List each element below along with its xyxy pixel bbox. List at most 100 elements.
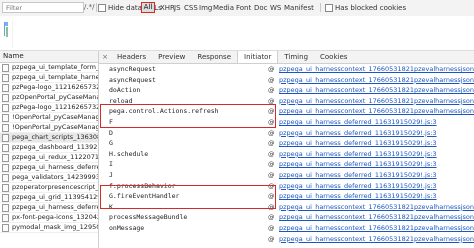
highlight-box <box>100 104 276 128</box>
type-filter-css[interactable]: CSS <box>184 3 198 13</box>
stack-frame-row: J @ pzpega_ui_harness_deferred_11631915029… <box>99 171 474 180</box>
file-icon <box>2 163 9 172</box>
type-filter-media[interactable]: Media <box>213 3 234 13</box>
stack-frame-row: D @ pzpega_ui_harness_deferred_11631915029… <box>99 129 474 138</box>
type-filter-all[interactable]: All <box>141 2 155 13</box>
request-row[interactable]: pzPega-logo_11216265732.png <box>0 103 98 113</box>
type-filter-doc[interactable]: Doc <box>254 3 268 13</box>
tab-cookies[interactable]: Cookies <box>314 51 353 63</box>
filter-input[interactable] <box>2 2 84 13</box>
request-row[interactable]: px-font-pega-icons_1320429... <box>0 213 98 223</box>
stack-source-link[interactable]: pzpega_ui_harness_deferred_11631915029!.… <box>279 182 474 191</box>
request-row[interactable]: pymodal_mask_img_1295036... <box>0 223 98 233</box>
type-filter-img[interactable]: Img <box>199 3 212 13</box>
timeline-bar <box>6 27 8 37</box>
network-filter-bar: /.*/ Hide data URLs All XHR JS CSS Img M… <box>0 0 474 17</box>
blocked-cookies-checkbox[interactable]: Has blocked cookies <box>325 3 406 13</box>
timeline-overview[interactable] <box>0 16 474 51</box>
stack-source-link[interactable]: pzpega_ui_harnesscontext_17660531821pzev… <box>279 107 474 116</box>
stack-source-link[interactable]: pzpega_ui_harness_deferred_11631915029!.… <box>279 150 474 159</box>
tab-timing[interactable]: Timing <box>278 51 314 63</box>
request-row[interactable]: pzPega-logo_11216265732.png <box>0 83 98 93</box>
at-sign: @ <box>268 149 275 158</box>
request-name: pzpega_ui_redux_112207133... <box>12 153 98 161</box>
stack-source-link[interactable]: pzpega_ui_harness_deferred_11631915029!.… <box>279 171 474 180</box>
stack-frame-row: processMessageBundle @ pzpega_ui_harnessco… <box>99 213 474 222</box>
stack-source-link[interactable]: pzpega_ui_harness_deferred_11631915029!.… <box>279 192 474 201</box>
file-icon <box>2 143 9 152</box>
regex-toggle[interactable]: /.*/ <box>84 2 94 13</box>
stack-frame-row: G @ pzpega_ui_harness_deferred_11631915029… <box>99 139 474 148</box>
checkbox-box[interactable] <box>325 4 333 12</box>
tab-response[interactable]: Response <box>191 51 237 63</box>
stack-source-link[interactable]: pzpega_ui_harnesscontext_17660531821pzev… <box>279 97 474 106</box>
checkbox-box[interactable] <box>98 4 106 12</box>
stack-source-link[interactable]: pzpega_ui_harnesscontext_17660531821pzev… <box>279 65 474 74</box>
stack-frame-row: doAction @ pzpega_ui_harnesscontext_176605… <box>99 86 474 95</box>
request-row[interactable]: !OpenPortal_pyCaseManager7... <box>0 123 98 133</box>
request-row[interactable]: pzOpenPortal_pyCaseManager7... <box>0 93 98 103</box>
file-icon <box>2 113 9 122</box>
request-row[interactable]: pzpega_ui_harness_deferred_... <box>0 163 98 173</box>
request-name: px-font-pega-icons_1320429... <box>12 213 98 221</box>
stack-source-link[interactable]: pzpega_ui_harnesscontext_17660531821pzev… <box>279 86 474 95</box>
request-name: pzpega_ui_template_harness_... <box>12 73 98 81</box>
at-sign: @ <box>268 224 275 232</box>
type-filter-manifest[interactable]: Manifest <box>284 3 314 13</box>
timeline-bar <box>5 22 8 26</box>
request-rows: pzpega_ui_template_form_13... pzpega_ui_t… <box>0 63 98 233</box>
name-column-header[interactable]: Name <box>0 51 98 63</box>
request-row[interactable]: !OpenPortal_pyCaseManager7... <box>0 113 98 123</box>
at-sign: @ <box>268 128 275 137</box>
tab-initiator[interactable]: Initiator <box>237 51 279 63</box>
at-sign: @ <box>268 65 275 73</box>
stack-source-link[interactable]: pzpega_ui_harness_deferred_11631915029!.… <box>279 118 474 127</box>
request-row[interactable]: pzpega_ui_template_form_13... <box>0 63 98 73</box>
stack-frame-row: asyncRequest @ pzpega_ui_harnesscontext_17… <box>99 65 474 74</box>
stack-frame-row: onMessage @ pzpega_ui_harnesscontext_17660… <box>99 224 474 233</box>
type-filter-font[interactable]: Font <box>236 3 251 13</box>
request-row[interactable]: pzpega_ui_harness_deferred_... <box>0 203 98 213</box>
tab-preview[interactable]: Preview <box>152 51 191 63</box>
at-sign: @ <box>268 160 275 169</box>
stack-source-link[interactable]: pzpega_ui_harness_deferred_11631915029!.… <box>279 160 474 169</box>
at-sign: @ <box>268 75 275 84</box>
type-filter-xhr[interactable]: XHR <box>160 3 175 13</box>
stack-function-name: G <box>109 139 113 148</box>
at-sign: @ <box>268 139 275 148</box>
stack-function-name: H.schedule <box>109 149 149 158</box>
stack-source-link[interactable]: pzpega_ui_harnesscontext_17660531821pzev… <box>279 203 474 212</box>
at-sign: @ <box>268 234 275 243</box>
request-row[interactable]: pega_chart_scripts_136308... <box>0 133 98 143</box>
request-row[interactable]: pzpega_ui_template_harness_... <box>0 73 98 83</box>
request-row[interactable]: pega_validators_142399932... <box>0 173 98 183</box>
at-sign: @ <box>268 213 275 222</box>
stack-function-name: processMessageBundle <box>109 213 188 222</box>
stack-frame-row: I @ pzpega_ui_harness_deferred_11631915029… <box>99 160 474 169</box>
highlight-box <box>100 185 276 209</box>
request-row[interactable]: pzpega_ui_grid_113954129... <box>0 193 98 203</box>
request-row[interactable]: pzpega_dashboard_11392169... <box>0 143 98 153</box>
at-sign: @ <box>268 86 275 95</box>
stack-source-link[interactable]: pzpega_ui_harness_deferred_11631915029!.… <box>279 129 474 138</box>
tab-headers[interactable]: Headers <box>111 51 152 63</box>
stack-source-link[interactable]: pzpega_ui_harnesscontext_17660531821pzev… <box>279 235 474 244</box>
file-icon <box>2 73 9 82</box>
initiator-call-stack: asyncRequest @ pzpega_ui_harnesscontext_17… <box>99 64 474 248</box>
close-icon[interactable]: × <box>99 51 111 63</box>
stack-source-link[interactable]: pzpega_ui_harness_deferred_11631915029!.… <box>279 139 474 148</box>
stack-source-link[interactable]: pzpega_ui_harnesscontext_17660531821pzev… <box>279 76 474 85</box>
stack-source-link[interactable]: pzpega_ui_harnesscontext_17660531821pzev… <box>279 224 474 233</box>
file-icon <box>2 153 9 162</box>
request-name: pzpega_ui_template_form_13... <box>12 63 98 71</box>
request-row[interactable]: pzoperatorpresencescript_11... <box>0 183 98 193</box>
stack-function-name: I <box>109 160 113 169</box>
stack-frame-row: H.schedule @ pzpega_ui_harness_deferred_11… <box>99 150 474 159</box>
type-filter-ws[interactable]: WS <box>270 3 281 13</box>
request-name: pzOpenPortal_pyCaseManager7... <box>12 93 98 101</box>
stack-source-link[interactable]: pzpega_ui_harnesscontext_17660531821pzev… <box>279 213 474 222</box>
file-icon <box>2 183 9 192</box>
request-row[interactable]: pzpega_ui_redux_112207133... <box>0 153 98 163</box>
file-icon <box>2 133 9 142</box>
type-filter-js[interactable]: JS <box>174 3 181 13</box>
